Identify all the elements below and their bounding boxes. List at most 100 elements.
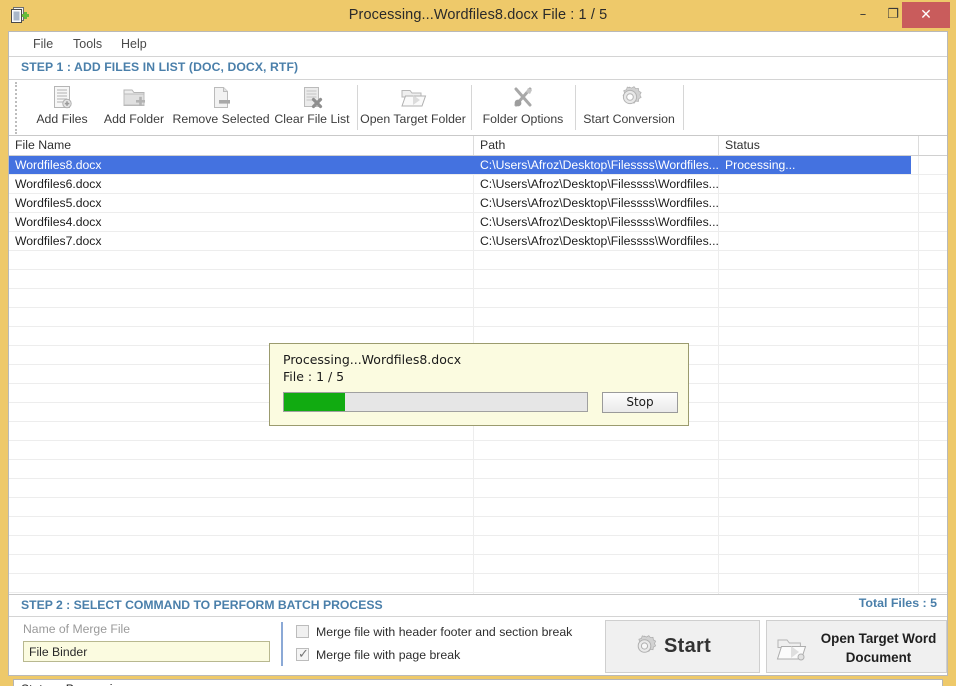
checkbox-label: Merge file with page break <box>316 648 461 662</box>
list-item[interactable] <box>9 460 947 479</box>
toolbar-button-add-files[interactable]: Add Files <box>27 81 97 134</box>
vertical-separator <box>281 622 283 666</box>
cell-file-name: Wordfiles4.docx <box>15 215 102 229</box>
step2-header: STEP 2 : SELECT COMMAND TO PERFORM BATCH… <box>9 594 947 617</box>
open-folder-icon <box>775 634 809 664</box>
file-list-grid[interactable]: File Name Path Status Wordfiles8.docx C:… <box>9 136 947 594</box>
column-header-file-name[interactable]: File Name <box>9 136 474 155</box>
tools-wrench-screwdriver-icon <box>508 84 538 112</box>
menu-item-tools[interactable]: Tools <box>65 32 110 56</box>
toolbar-separator-2 <box>471 85 472 130</box>
gear-icon <box>630 634 658 662</box>
toolbar-separator-1 <box>357 85 358 130</box>
gear-icon <box>614 84 644 112</box>
checkbox-box: ✓ <box>296 647 309 662</box>
progress-current-file: Processing...Wordfiles8.docx <box>283 352 462 367</box>
start-button[interactable]: Start <box>605 620 760 673</box>
list-item[interactable] <box>9 574 947 593</box>
toolbar-button-clear-file-list[interactable]: Clear File List <box>271 81 353 134</box>
minimize-button[interactable]: – <box>848 2 878 27</box>
add-files-icon <box>47 84 77 112</box>
table-row[interactable]: Wordfiles5.docx C:\Users\Afroz\Desktop\F… <box>9 194 947 213</box>
toolbar-button-folder-options[interactable]: Folder Options <box>473 81 573 134</box>
toolbar-button-open-target-folder[interactable]: Open Target Folder <box>359 81 467 134</box>
cell-status <box>719 232 919 250</box>
list-item[interactable] <box>9 536 947 555</box>
column-header-status[interactable]: Status <box>719 136 919 155</box>
toolbar-label-add-files: Add Files <box>36 112 88 126</box>
open-target-word-document-label: Open Target Word Document <box>813 629 944 667</box>
cell-status <box>719 194 919 212</box>
cell-file-name: Wordfiles7.docx <box>15 234 102 248</box>
cell-status <box>719 213 919 231</box>
step2-title: STEP 2 : SELECT COMMAND TO PERFORM BATCH… <box>21 598 383 612</box>
cell-path: C:\Users\Afroz\Desktop\Filessss\Wordfile… <box>480 177 719 191</box>
toolbar-button-remove-selected[interactable]: Remove Selected <box>171 81 271 134</box>
cell-path: C:\Users\Afroz\Desktop\Filessss\Wordfile… <box>480 158 719 172</box>
list-item[interactable] <box>9 479 947 498</box>
title-bar: Processing...Wordfiles8.docx File : 1 / … <box>0 0 956 31</box>
table-row[interactable]: Wordfiles6.docx C:\Users\Afroz\Desktop\F… <box>9 175 947 194</box>
status-text: Status : Processing... <box>21 682 136 686</box>
toolbar-label-clear-file-list: Clear File List <box>274 112 350 126</box>
file-list-header: File Name Path Status <box>9 136 947 156</box>
toolbar-button-add-folder[interactable]: Add Folder <box>97 81 171 134</box>
column-header-path[interactable]: Path <box>474 136 719 155</box>
toolbar-separator-4 <box>683 85 684 130</box>
total-files-count: Total Files : 5 <box>858 596 937 610</box>
checkbox-box <box>296 625 309 638</box>
cell-file-name: Wordfiles6.docx <box>15 177 102 191</box>
menu-bar: File Tools Help <box>9 32 947 57</box>
step2-body: Name of Merge File Merge file with heade… <box>9 617 947 675</box>
client-area: File Tools Help STEP 1 : ADD FILES IN LI… <box>8 31 948 686</box>
toolbar-label-remove-selected: Remove Selected <box>172 112 270 126</box>
toolbar-grip <box>15 82 19 134</box>
open-target-line-1: Open Target Word <box>820 631 937 646</box>
table-row[interactable]: Wordfiles7.docx C:\Users\Afroz\Desktop\F… <box>9 232 947 251</box>
start-button-label: Start <box>664 635 712 657</box>
cell-file-name: Wordfiles5.docx <box>15 196 102 210</box>
merge-file-name-label: Name of Merge File <box>23 622 131 636</box>
list-item[interactable] <box>9 308 947 327</box>
toolbar-label-folder-options: Folder Options <box>482 112 564 126</box>
add-folder-icon <box>119 84 149 112</box>
toolbar-separator-3 <box>575 85 576 130</box>
table-row[interactable]: Wordfiles8.docx C:\Users\Afroz\Desktop\F… <box>9 156 947 175</box>
window-title: Processing...Wordfiles8.docx File : 1 / … <box>348 7 608 23</box>
list-item[interactable] <box>9 498 947 517</box>
cell-status: Processing... <box>725 158 796 172</box>
column-header-extra[interactable] <box>919 136 947 155</box>
list-item[interactable] <box>9 555 947 574</box>
cell-file-name: Wordfiles8.docx <box>15 158 102 172</box>
list-item[interactable] <box>9 270 947 289</box>
progress-file-counter: File : 1 / 5 <box>283 369 345 384</box>
application-window: Processing...Wordfiles8.docx File : 1 / … <box>0 0 956 686</box>
table-row[interactable]: Wordfiles4.docx C:\Users\Afroz\Desktop\F… <box>9 213 947 232</box>
cell-path: C:\Users\Afroz\Desktop\Filessss\Wordfile… <box>480 196 719 210</box>
progress-bar <box>283 392 588 412</box>
list-item[interactable] <box>9 517 947 536</box>
toolbar-button-start-conversion[interactable]: Start Conversion <box>577 81 681 134</box>
progress-bar-fill <box>284 393 345 411</box>
merge-file-name-input[interactable] <box>23 641 270 662</box>
step1-title: STEP 1 : ADD FILES IN LIST (DOC, DOCX, R… <box>21 60 299 74</box>
cell-status <box>719 175 919 193</box>
open-target-word-document-button[interactable]: Open Target Word Document <box>766 620 947 673</box>
stop-button[interactable]: Stop <box>602 392 678 413</box>
list-item[interactable] <box>9 441 947 460</box>
step1-header: STEP 1 : ADD FILES IN LIST (DOC, DOCX, R… <box>9 57 947 80</box>
check-icon: ✓ <box>298 647 309 662</box>
close-icon: ✕ <box>920 7 932 23</box>
remove-selected-icon <box>206 84 236 112</box>
open-folder-icon <box>398 84 428 112</box>
close-button[interactable]: ✕ <box>902 2 950 28</box>
cell-path: C:\Users\Afroz\Desktop\Filessss\Wordfile… <box>480 215 719 229</box>
checkbox-label: Merge file with header footer and sectio… <box>316 625 573 639</box>
list-item[interactable] <box>9 289 947 308</box>
minimize-icon: – <box>859 7 867 22</box>
menu-item-file[interactable]: File <box>25 32 61 56</box>
menu-item-help[interactable]: Help <box>113 32 155 56</box>
toolbar-label-start-conversion: Start Conversion <box>583 112 675 126</box>
list-item[interactable] <box>9 251 947 270</box>
toolbar: Add Files Add Folder Remove Selected Cle… <box>9 80 947 136</box>
